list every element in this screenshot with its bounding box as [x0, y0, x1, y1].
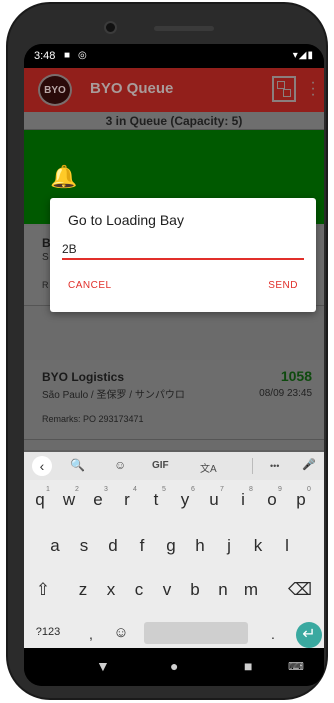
card-remarks: R	[42, 280, 49, 290]
queue-summary: 3 in Queue (Capacity: 5)	[24, 112, 324, 130]
camera-icon	[104, 21, 117, 34]
key-d[interactable]: d	[102, 536, 124, 556]
key-hint: 0	[307, 486, 311, 493]
sync-icon: ◎	[78, 50, 87, 61]
key-j[interactable]: j	[218, 536, 240, 556]
loading-bay-dialog: Go to Loading Bay CANCEL SEND	[50, 198, 316, 312]
key-hint: 7	[220, 486, 224, 493]
send-button[interactable]: SEND	[268, 280, 298, 291]
key-hint: 4	[133, 486, 137, 493]
nav-recents-icon[interactable]: ■	[244, 658, 252, 674]
system-nav-bar: ▼ ● ■ ⌨	[24, 648, 324, 686]
key-v[interactable]: v	[156, 580, 178, 600]
card-subtitle: São Paulo / 圣保罗 / サンパウロ	[42, 390, 185, 401]
key-hint: 2	[75, 486, 79, 493]
key-hint: 1	[46, 486, 50, 493]
app-bar: BYO BYO Queue · · ·	[24, 68, 324, 112]
key-o[interactable]: o	[261, 490, 283, 510]
app-title: BYO Queue	[90, 80, 174, 97]
numbers-key[interactable]: ?123	[30, 626, 66, 638]
card-title: BYO Logistics	[42, 370, 125, 384]
card-remarks: Remarks: PO 293173471	[42, 414, 144, 424]
key-u[interactable]: u	[203, 490, 225, 510]
key-a[interactable]: a	[44, 536, 66, 556]
key-hint: 3	[104, 486, 108, 493]
key-i[interactable]: i	[232, 490, 254, 510]
key-g[interactable]: g	[160, 536, 182, 556]
phone-frame: 3:48 ■ ◎ ▾◢▮ BYO BYO Queue · · · 3 in Queu…	[6, 2, 328, 700]
keyboard-switch-icon[interactable]: ⌨	[288, 660, 304, 673]
period-key[interactable]: .	[262, 626, 284, 642]
mic-icon[interactable]: 🎤	[302, 458, 316, 471]
key-b[interactable]: b	[184, 580, 206, 600]
app-logo: BYO	[38, 74, 72, 106]
space-key[interactable]	[144, 622, 248, 644]
speaker-grille	[154, 26, 214, 31]
key-f[interactable]: f	[131, 536, 153, 556]
translate-icon[interactable]: 文A	[200, 460, 217, 475]
key-x[interactable]: x	[100, 580, 122, 600]
more-horiz-icon[interactable]: •••	[270, 461, 279, 471]
status-time: 3:48	[34, 50, 56, 62]
key-hint: 6	[191, 486, 195, 493]
emoji-sticker-icon[interactable]: ☺	[114, 458, 126, 472]
screen: 3:48 ■ ◎ ▾◢▮ BYO BYO Queue · · · 3 in Queu…	[24, 44, 324, 686]
key-z[interactable]: z	[72, 580, 94, 600]
chevron-left-icon[interactable]: ‹	[32, 456, 52, 476]
keyboard-toolbar: ‹ 🔍 ☺ GIF 文A ••• 🎤	[24, 452, 324, 480]
qr-scan-icon[interactable]	[272, 76, 296, 102]
key-p[interactable]: p	[290, 490, 312, 510]
shift-key[interactable]: ⇧	[32, 580, 54, 600]
key-l[interactable]: l	[276, 536, 298, 556]
key-hint: 8	[249, 486, 253, 493]
key-t[interactable]: t	[145, 490, 167, 510]
key-q[interactable]: q	[29, 490, 51, 510]
signal-battery-icons: ▾◢▮	[292, 50, 314, 61]
key-c[interactable]: c	[128, 580, 150, 600]
nav-back-icon[interactable]: ▼	[96, 658, 110, 674]
key-h[interactable]: h	[189, 536, 211, 556]
enter-key[interactable]: ↵	[296, 622, 322, 648]
comma-key[interactable]: ,	[80, 626, 102, 642]
search-icon[interactable]: 🔍	[70, 458, 85, 472]
card-subtitle: S	[42, 252, 49, 263]
key-w[interactable]: w	[58, 490, 80, 510]
key-k[interactable]: k	[247, 536, 269, 556]
queue-card[interactable]: BYO Logistics São Paulo / 圣保罗 / サンパウロ 10…	[24, 360, 324, 440]
notification-icon: ■	[64, 50, 71, 61]
toolbar-divider	[252, 458, 253, 474]
key-e[interactable]: e	[87, 490, 109, 510]
key-s[interactable]: s	[73, 536, 95, 556]
nav-home-icon[interactable]: ●	[170, 658, 178, 674]
emoji-key[interactable]: ☺	[110, 624, 132, 641]
status-bar: 3:48 ■ ◎ ▾◢▮	[24, 44, 324, 68]
key-hint: 9	[278, 486, 282, 493]
soft-keyboard: ‹ 🔍 ☺ GIF 文A ••• 🎤 q w e r t y u i o p 1…	[24, 452, 324, 648]
card-number: 1058	[280, 368, 312, 384]
key-m[interactable]: m	[240, 580, 262, 600]
gif-icon[interactable]: GIF	[152, 460, 169, 471]
cancel-button[interactable]: CANCEL	[68, 280, 112, 291]
key-hint: 5	[162, 486, 166, 493]
dialog-title: Go to Loading Bay	[68, 212, 184, 228]
more-vert-icon[interactable]: · · ·	[310, 75, 316, 103]
bell-ringing-icon: 🔔	[50, 164, 78, 189]
key-n[interactable]: n	[212, 580, 234, 600]
card-date: 08/09 23:45	[259, 388, 312, 399]
key-r[interactable]: r	[116, 490, 138, 510]
key-y[interactable]: y	[174, 490, 196, 510]
loading-bay-input[interactable]	[62, 240, 304, 260]
backspace-key[interactable]: ⌫	[288, 580, 312, 600]
